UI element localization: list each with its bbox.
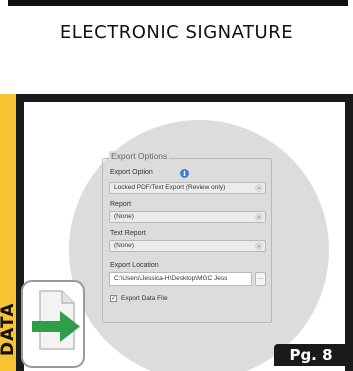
text-report-select[interactable]: (None) ⌄ <box>109 240 266 252</box>
export-options-group: Export Options Export Option i Locked PD… <box>102 151 272 323</box>
section-title: ELECTRONIC SIGNATURE <box>59 22 294 43</box>
export-option-value: Locked PDF/Text Export (Review only) <box>114 184 226 191</box>
side-tab: DATA <box>0 94 18 371</box>
chevron-down-icon: ⌄ <box>255 213 263 221</box>
export-option-select[interactable]: Locked PDF/Text Export (Review only) ⌄ <box>109 182 266 194</box>
file-export-icon <box>18 279 96 371</box>
page-number-badge: Pg. 8 <box>274 344 348 366</box>
text-report-label: Text Report <box>110 230 146 237</box>
report-select[interactable]: (None) ⌄ <box>109 211 266 223</box>
top-frame <box>8 0 348 6</box>
export-location-input[interactable]: C:\Users\Jessica-H\Desktop\MGC Jess <box>109 272 252 286</box>
text-report-value: (None) <box>114 242 134 249</box>
export-option-label: Export Option <box>110 169 153 176</box>
export-data-file-checkbox[interactable]: ✓ <box>110 295 117 302</box>
report-value: (None) <box>114 213 134 220</box>
info-icon[interactable]: i <box>180 169 189 178</box>
report-label: Report <box>110 201 132 208</box>
export-options-legend: Export Options <box>109 151 170 161</box>
chevron-down-icon: ⌄ <box>255 242 263 250</box>
chevron-down-icon: ⌄ <box>255 184 263 192</box>
browse-button[interactable]: ... <box>255 272 266 286</box>
export-location-label: Export Location <box>110 262 159 269</box>
export-data-file-label: Export Data File <box>121 295 168 302</box>
